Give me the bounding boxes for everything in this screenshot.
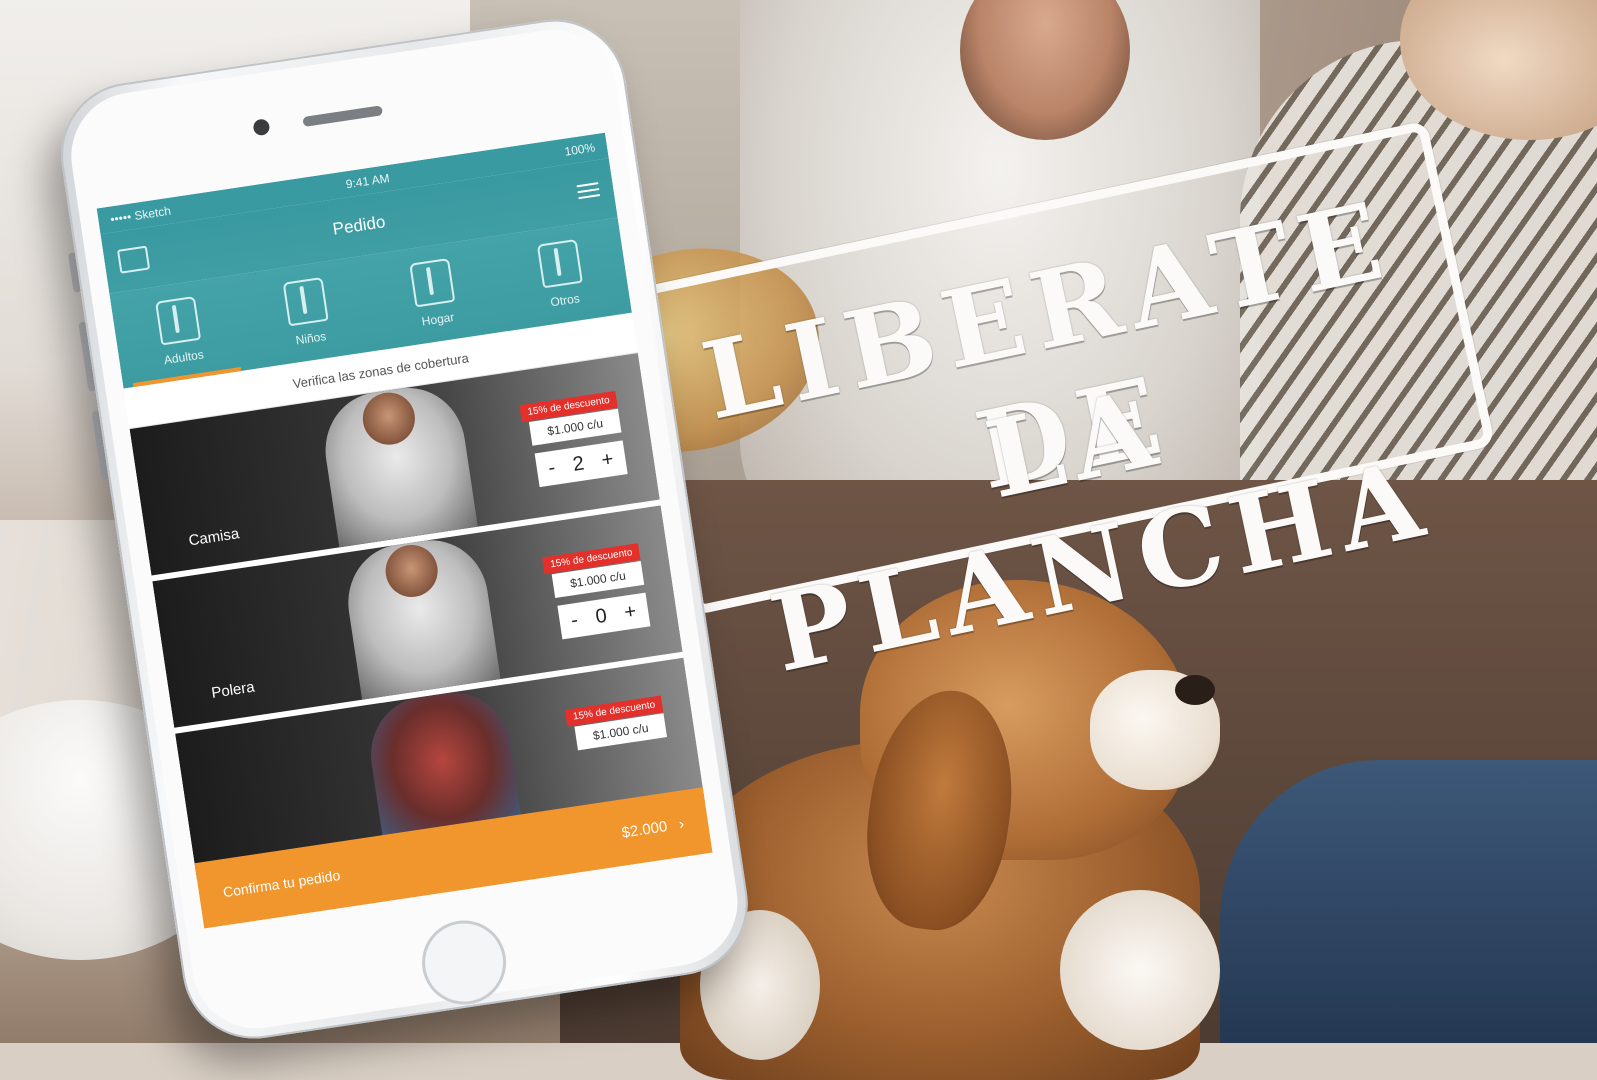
product-name: Camisa [187, 525, 241, 550]
quantity-stepper: - 0 + [556, 592, 651, 640]
shirt-icon [155, 295, 202, 346]
basket-icon[interactable] [116, 245, 151, 274]
tab-label: Adultos [162, 347, 205, 368]
quantity-value: 0 [594, 604, 609, 629]
woman-jeans [1220, 760, 1597, 1043]
total-amount: $2.000 [620, 817, 669, 842]
order-total: $2.000 › [621, 815, 686, 841]
tab-hogar[interactable]: Hogar [364, 237, 505, 351]
tab-otros[interactable]: Otros [491, 218, 632, 332]
towel-icon [409, 257, 456, 308]
dog-nose [1175, 675, 1215, 705]
battery-label: 100% [563, 140, 597, 159]
product-name: Polera [210, 678, 256, 702]
cta-label: Confirma tu pedido [221, 866, 342, 901]
decrement-button[interactable]: - [570, 609, 580, 632]
jacket-icon [536, 239, 583, 289]
tab-label: Otros [549, 291, 581, 310]
dog-paw [1060, 890, 1220, 1050]
tab-label: Hogar [420, 309, 456, 329]
tab-ninos[interactable]: Niños [236, 256, 377, 370]
chevron-right-icon: › [677, 815, 686, 833]
carrier-label: ••••• Sketch [109, 203, 172, 227]
increment-button[interactable]: + [600, 448, 615, 471]
tab-adultos[interactable]: Adultos [109, 275, 250, 389]
page-title: Pedido [331, 212, 387, 239]
app-screen: ••••• Sketch 9:41 AM 100% Pedido Adultos… [96, 132, 713, 929]
tab-label: Niños [294, 329, 328, 348]
clock-label: 9:41 AM [344, 170, 391, 192]
tshirt-icon [282, 276, 329, 327]
hamburger-menu-icon[interactable] [576, 178, 601, 200]
increment-button[interactable]: + [623, 600, 638, 623]
quantity-stepper: - 2 + [534, 440, 628, 488]
quantity-value: 2 [571, 452, 586, 476]
decrement-button[interactable]: - [547, 457, 557, 480]
